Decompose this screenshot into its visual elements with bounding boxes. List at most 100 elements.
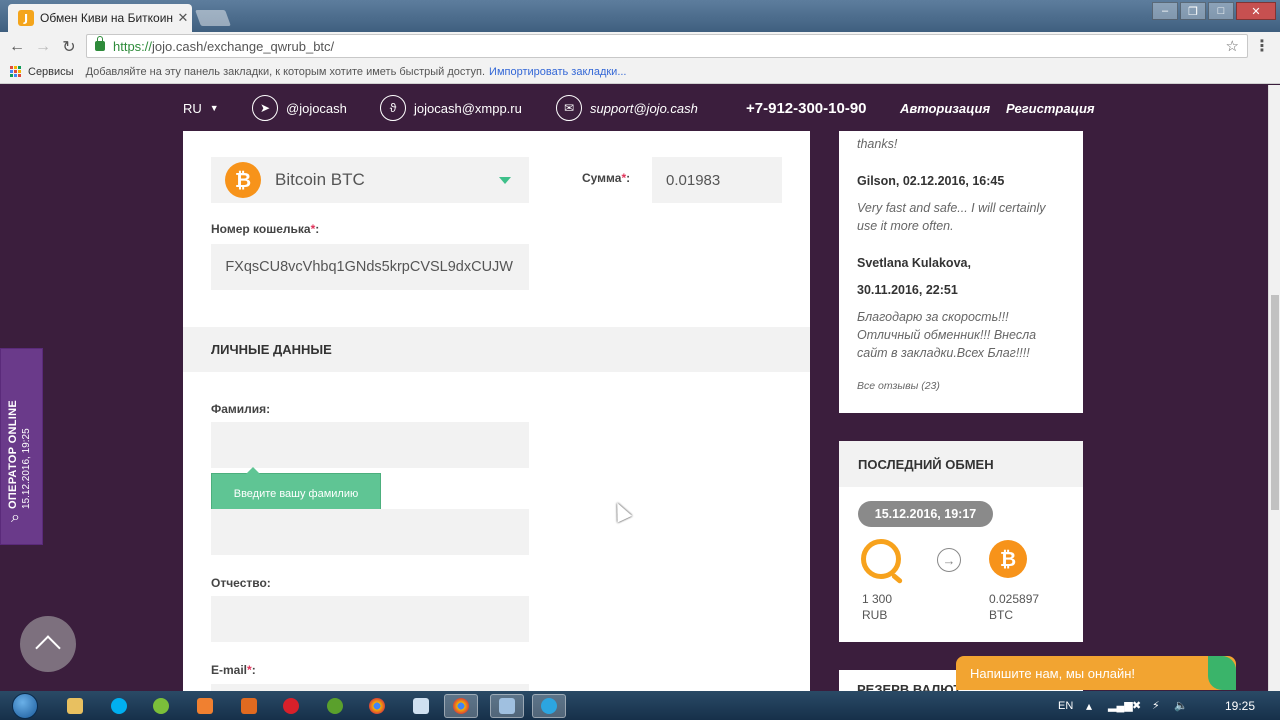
taskbar-telegram[interactable] <box>532 694 566 718</box>
amount-input[interactable]: 0.01983 <box>652 157 782 203</box>
bookmarks-hint: Добавляйте на эту панель закладки, к кот… <box>85 65 486 78</box>
bookmarks-bar: Сервисы Добавляйте на эту панель закладк… <box>0 60 1280 84</box>
bookmark-star-icon[interactable]: ☆ <box>1226 37 1239 55</box>
currency-name: Bitcoin BTC <box>275 170 365 189</box>
arrow-right-icon: → <box>937 548 961 572</box>
review-text: thanks! <box>857 137 898 151</box>
xmpp-link[interactable]: ϑ jojocash@xmpp.ru <box>380 85 522 131</box>
login-link[interactable]: Авторизация <box>900 85 990 131</box>
windows-logo-icon <box>12 693 38 719</box>
taskbar-app-orange-2[interactable] <box>232 694 266 718</box>
start-button[interactable] <box>6 692 44 720</box>
chrome-icon <box>453 698 469 714</box>
system-clock[interactable]: 19:25 <box>1210 691 1270 720</box>
language-label: RU <box>183 100 202 116</box>
maximize-button[interactable]: □ <box>1208 2 1234 20</box>
apps-grid-icon[interactable] <box>10 65 22 78</box>
taskbar-chrome[interactable] <box>360 694 394 718</box>
new-tab-button[interactable] <box>195 10 231 26</box>
currency-select[interactable]: ₿ Bitcoin BTC <box>211 157 529 203</box>
register-link[interactable]: Регистрация <box>1006 85 1095 131</box>
restore-button[interactable]: ❐ <box>1180 2 1206 20</box>
taskbar-app-green[interactable] <box>144 694 178 718</box>
amount-label: Сумма*: <box>582 171 631 185</box>
scrollbar-thumb[interactable] <box>1271 295 1279 510</box>
opera-icon <box>283 698 299 714</box>
exchange-form-panel: ₿ Bitcoin BTC Сумма*: 0.01983 Номер коше… <box>183 131 810 691</box>
tray-chevron-icon[interactable]: ▴ <box>1086 691 1092 720</box>
minimize-button[interactable]: – <box>1152 2 1178 20</box>
email-label: E-mail*: <box>211 663 256 677</box>
skype-icon <box>111 698 127 714</box>
telegram-icon: ➤ <box>252 95 278 121</box>
email-link[interactable]: ✉ support@jojo.cash <box>556 85 698 131</box>
review-text: Благодарю за скорость!!! Отличный обменн… <box>857 310 1037 360</box>
phone-number[interactable]: +7-912-300-10-90 <box>746 85 867 131</box>
jabber-icon: ϑ <box>380 95 406 121</box>
site-favicon-icon: J <box>18 10 34 26</box>
url-path: jojo.cash/exchange_qwrub_btc/ <box>152 38 335 54</box>
taskbar-skype[interactable] <box>102 694 136 718</box>
taskbar-chrome-active[interactable] <box>444 694 478 718</box>
folder-icon <box>67 698 83 714</box>
reload-icon[interactable]: ↻ <box>58 36 80 58</box>
operator-online-tab[interactable]: ОПЕРАТОР ONLINE 15.12.2016, 19:25 ⌕ <box>0 348 43 545</box>
app-icon <box>197 698 213 714</box>
review-author: Gilson, 02.12.2016, 16:45 <box>857 174 1005 188</box>
last-exchange-title: ПОСЛЕДНИЙ ОБМЕН <box>839 441 1083 487</box>
envelope-icon: ✉ <box>556 95 582 121</box>
all-reviews-link[interactable]: Все отзывы (23) <box>857 380 1065 392</box>
taskbar-utorrent[interactable] <box>318 694 352 718</box>
taskbar-notes[interactable] <box>404 694 438 718</box>
taskbar-explorer[interactable] <box>58 694 92 718</box>
windows-taskbar: EN ▴ ▂▄▆ ✖ ⚡ 🔈 19:25 <box>0 691 1280 720</box>
apps-bookmark[interactable]: Сервисы <box>28 66 74 78</box>
lastname-label: Фамилия: <box>211 402 271 416</box>
chrome-icon <box>369 698 385 714</box>
scroll-to-top-button[interactable] <box>20 616 76 672</box>
telegram-handle: @jojocash <box>286 100 347 116</box>
site-top-nav: RU ▼ ➤ @jojocash ϑ jojocash@xmpp.ru ✉ su… <box>0 85 1268 131</box>
last-exchange-panel: ПОСЛЕДНИЙ ОБМЕН 15.12.2016, 19:17 → ₿ 1 … <box>839 441 1083 642</box>
forward-arrow-icon[interactable]: → <box>32 36 54 58</box>
tray-app-icon[interactable]: ✖ <box>1132 691 1141 720</box>
wallet-input[interactable]: FXqsCU8vcVhbq1GNds5krpCVSL9dxCUJW <box>211 244 529 290</box>
usb-icon[interactable]: ⚡ <box>1152 691 1160 720</box>
browser-menu-icon[interactable]: ⋮ <box>1254 36 1270 56</box>
import-bookmarks-link[interactable]: Импортировать закладки... <box>489 66 626 78</box>
email-input[interactable] <box>211 684 529 691</box>
review-author: Svetlana Kulakova, <box>857 256 971 270</box>
to-amount: 0.025897 BTC <box>989 592 1040 622</box>
bitcoin-icon: ₿ <box>225 162 261 198</box>
tab-title: Обмен Киви на Биткоин <box>40 11 174 25</box>
bitcoin-icon: ₿ <box>989 540 1027 578</box>
window-close-button[interactable]: ✕ <box>1236 2 1276 20</box>
from-amount: 1 300 RUB <box>862 592 893 622</box>
chat-bubble-icon: ⌕ <box>11 509 20 526</box>
chat-label: Напишите нам, мы онлайн! <box>970 665 1136 681</box>
personal-data-header: ЛИЧНЫЕ ДАННЫЕ <box>183 327 810 372</box>
window-titlebar: J Обмен Киви на Биткоин ✕ – ❐ □ ✕ <box>0 0 1280 32</box>
taskbar-opera[interactable] <box>274 694 308 718</box>
network-signal-icon[interactable]: ▂▄▆ <box>1108 691 1133 720</box>
window-icon <box>499 698 515 714</box>
live-chat-button[interactable]: Напишите нам, мы онлайн! <box>956 656 1236 690</box>
browser-tab[interactable]: J Обмен Киви на Биткоин ✕ <box>8 4 192 32</box>
taskbar-window[interactable] <box>490 694 524 718</box>
address-bar[interactable]: https://jojo.cash/exchange_qwrub_btc/ ☆ <box>86 34 1248 58</box>
volume-icon[interactable]: 🔈 <box>1174 691 1188 720</box>
language-selector[interactable]: RU ▼ <box>183 85 219 131</box>
input-language[interactable]: EN <box>1058 691 1073 720</box>
firstname-input[interactable] <box>211 509 529 555</box>
taskbar-app-orange[interactable] <box>188 694 222 718</box>
middlename-label: Отчество: <box>211 576 271 590</box>
middlename-input[interactable] <box>211 596 529 642</box>
page-scrollbar[interactable] <box>1268 85 1280 691</box>
lastname-input[interactable] <box>211 422 529 468</box>
back-arrow-icon[interactable]: ← <box>6 36 28 58</box>
telegram-icon <box>541 698 557 714</box>
telegram-link[interactable]: ➤ @jojocash <box>252 85 347 131</box>
email-address: support@jojo.cash <box>590 100 698 116</box>
tab-close-icon[interactable]: ✕ <box>174 10 192 26</box>
review-date: 30.11.2016, 22:51 <box>857 283 958 297</box>
